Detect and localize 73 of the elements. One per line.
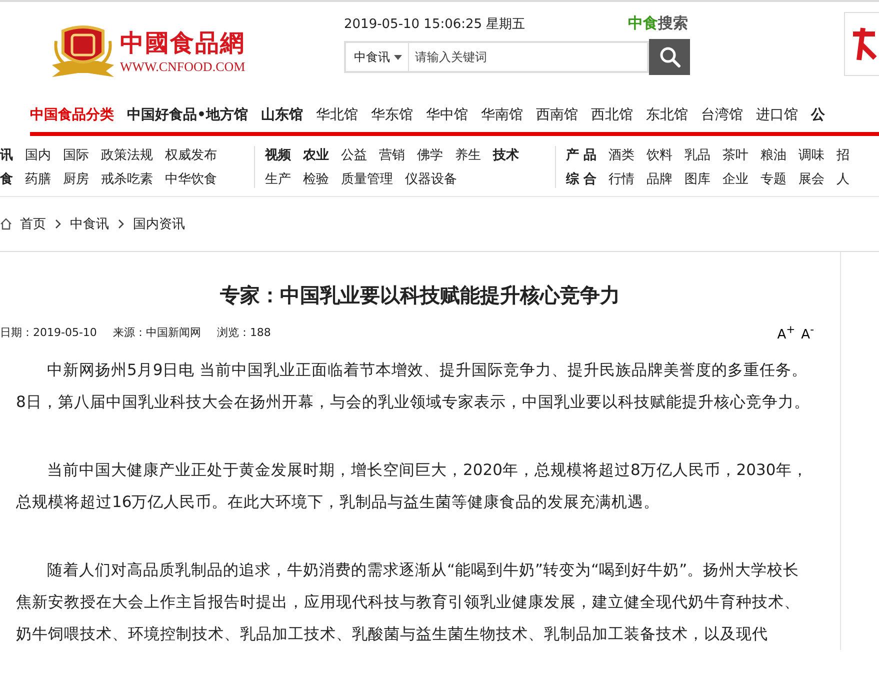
nav-link[interactable]: 中国食品分类: [30, 106, 114, 124]
nav-link[interactable]: 山东馆: [260, 106, 303, 124]
category-link[interactable]: 视频: [265, 146, 291, 164]
category-link[interactable]: 调味: [798, 146, 825, 164]
breadcrumb-link[interactable]: 中食讯: [70, 215, 109, 233]
category-link[interactable]: 展会: [798, 170, 825, 188]
category-link[interactable]: 中华饮食: [165, 170, 217, 188]
category-link[interactable]: 品牌: [646, 170, 673, 188]
category-link[interactable]: 戒杀吃素: [101, 170, 153, 188]
category-link[interactable]: 权威发布: [165, 146, 217, 164]
nav-link[interactable]: 西南馆: [536, 106, 578, 124]
breadcrumb-link[interactable]: 国内资讯: [133, 215, 185, 233]
nav-link[interactable]: 公: [810, 106, 825, 124]
category-link[interactable]: 招: [836, 146, 850, 164]
category-link[interactable]: 农业: [303, 146, 329, 164]
category-link[interactable]: 食: [0, 170, 13, 188]
category-link[interactable]: 仪器设备: [405, 170, 457, 188]
category-link[interactable]: 国际: [63, 146, 89, 164]
article-paragraph: 随着人们对高品质乳制品的追求，牛奶消费的需求逐渐从“能喝到牛奶”转变为“喝到好牛奶”。扬州大学校长焦新安教授在大会上作主旨报告时提出，应用现代科技与教育引领乳业健康发展，建立健全现代奶牛育种技术、奶牛饲喂技术、环境控制技术、乳品加工技术、乳酸菌与益生菌生物技术、乳制品加工装备技术，以及现代: [16, 560, 801, 646]
font-size-button[interactable]: A$^{-}$: [801, 323, 814, 342]
chevron-icon: [54, 219, 62, 229]
category-link[interactable]: 技术: [493, 146, 519, 164]
category-link[interactable]: 专题: [760, 170, 787, 188]
article-paragraph: 中新网扬州5月9日电 当前中国乳业正面临着节本增效、提升国际竞争力、提升民族品牌美誉度的多重任务。8日，第八届中国乳业科技大会在扬州开幕，与会的乳业领域专家表示，中国乳业要以科技赋能提升核心竞争力。: [16, 360, 810, 414]
nav-link[interactable]: 华中馆: [426, 106, 468, 124]
nav-link[interactable]: 西北馆: [590, 106, 633, 124]
category-link[interactable]: 综 合: [566, 170, 597, 188]
article-title: 专家：中国乳业要以科技赋能提升核心竞争力: [219, 282, 621, 309]
ad-banner[interactable]: [844, 12, 879, 76]
search-icon: [658, 46, 680, 68]
category-link[interactable]: 产 品: [566, 146, 597, 164]
home-icon: [0, 218, 12, 230]
category-link[interactable]: 乳品: [684, 146, 711, 164]
chevron-icon: [117, 219, 125, 229]
search-field[interactable]: 请输入关键词: [409, 41, 649, 73]
article-meta: 来源：中国新闻网: [112, 325, 201, 340]
category-link[interactable]: 政策法规: [101, 146, 153, 164]
logo-url: WWW.CNFOOD.COM: [120, 59, 246, 75]
category-link[interactable]: 质量管理: [341, 170, 393, 188]
font-size-button[interactable]: A$^{+}$: [777, 323, 796, 342]
category-link[interactable]: 人: [836, 170, 850, 188]
category-link[interactable]: 检验: [303, 170, 329, 188]
datetime: 2019-05-10 15:06:25 星期五: [344, 16, 526, 32]
logo-title: 中國食品網: [120, 27, 246, 59]
category-link[interactable]: 粮油: [760, 146, 787, 164]
article-paragraph: 当前中国大健康产业正处于黄金发展时期，增长空间巨大，2020年，总规模将超过8万亿人民币，2030年，总规模将超过16万亿人民币。在此大环境下，乳制品与益生菌等健康食品的发展充满机遇。: [16, 460, 809, 514]
category-link[interactable]: 讯: [0, 146, 13, 164]
category-link[interactable]: 酒类: [608, 146, 635, 164]
nav-link[interactable]: 东北馆: [646, 106, 688, 124]
category-link[interactable]: 茶叶: [722, 146, 749, 164]
category-link[interactable]: 生产: [265, 170, 291, 188]
category-link[interactable]: 国内: [25, 146, 51, 164]
category-link[interactable]: 厨房: [63, 170, 89, 188]
breadcrumb-link[interactable]: 首页: [20, 215, 46, 233]
nav-link[interactable]: 华北馆: [316, 106, 358, 124]
nav-link[interactable]: 进口馆: [756, 106, 798, 124]
search-button[interactable]: [649, 39, 690, 75]
search-brand: 中食搜索: [628, 14, 688, 33]
category-link[interactable]: 行情: [608, 170, 635, 188]
article-meta: 日期：2019-05-10: [0, 325, 97, 340]
category-link[interactable]: 公益: [341, 146, 367, 164]
category-link[interactable]: 营销: [379, 146, 405, 164]
category-link[interactable]: 饮料: [646, 146, 673, 164]
nav-link[interactable]: 华南馆: [480, 106, 523, 124]
category-link[interactable]: 佛学: [417, 146, 443, 164]
category-link[interactable]: 图库: [684, 170, 711, 188]
category-link[interactable]: 养生: [455, 146, 481, 164]
article-meta: 浏览：188: [216, 325, 271, 340]
nav-link[interactable]: 台湾馆: [700, 106, 743, 124]
nav-link[interactable]: 中国好食品•地方馆: [127, 106, 248, 124]
nav-link[interactable]: 华东馆: [370, 106, 413, 124]
category-link[interactable]: 药膳: [25, 170, 51, 188]
category-link[interactable]: 企业: [722, 170, 749, 188]
